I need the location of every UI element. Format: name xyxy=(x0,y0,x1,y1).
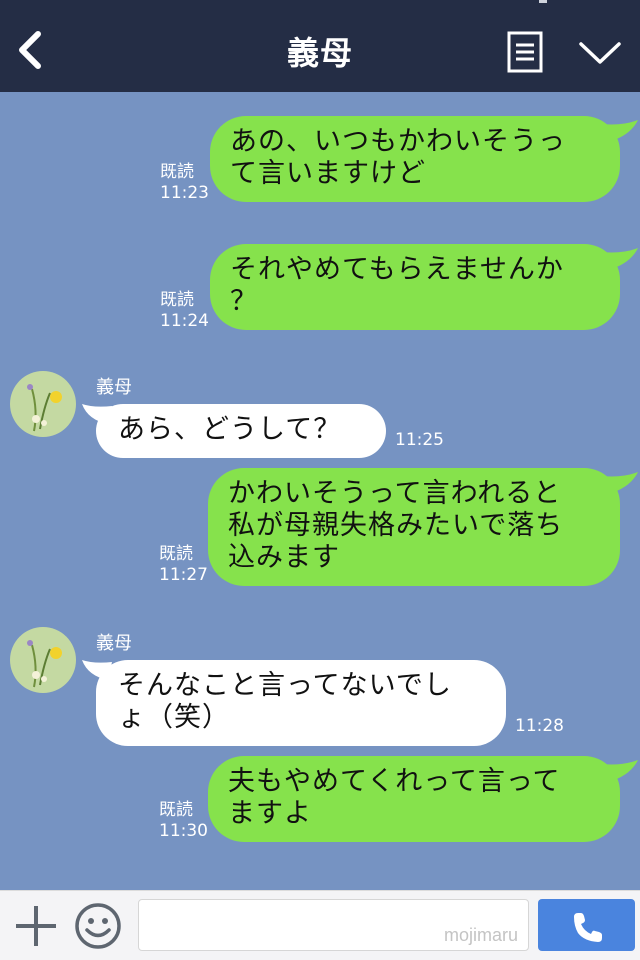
message-time: 11:23 xyxy=(160,183,209,203)
notes-icon[interactable] xyxy=(507,31,543,73)
message-meta: 既読 11:23 xyxy=(160,162,209,204)
message-line: ますよ xyxy=(228,798,312,829)
message-meta: 既読 11:27 xyxy=(159,544,208,586)
message-input[interactable]: mojimaru xyxy=(138,899,529,951)
read-receipt: 既読 xyxy=(159,544,193,564)
message-bubble[interactable]: かわいそうって言われると 私が母親失格みたいで落ち 込みます xyxy=(208,468,620,586)
watermark: mojimaru xyxy=(443,925,518,945)
message-time: 11:28 xyxy=(515,716,564,736)
message-meta: 既読 11:30 xyxy=(159,800,208,842)
message-line: 私が母親失格みたいで落ち xyxy=(228,510,564,541)
read-receipt: 既読 xyxy=(160,162,194,182)
message-line: かわいそうって言われると xyxy=(228,478,562,509)
smiley-icon[interactable] xyxy=(74,902,122,950)
call-button[interactable] xyxy=(538,899,635,951)
message-line: それやめてもらえませんか xyxy=(230,254,564,285)
message-meta: 既読 11:24 xyxy=(160,290,209,332)
avatar[interactable] xyxy=(10,371,76,437)
chat-header: 義母 xyxy=(0,0,640,92)
chat-area[interactable]: あの、いつもかわいそうっ て言いますけど 既読 11:23 それやめてもらえませ… xyxy=(0,92,640,890)
read-receipt: 既読 xyxy=(159,800,193,820)
phone-icon xyxy=(574,913,602,942)
read-receipt: 既読 xyxy=(160,290,194,310)
message-bubble[interactable]: あら、どうして？ xyxy=(96,404,386,458)
message-line: ？ xyxy=(230,286,258,317)
message-bubble[interactable]: そんなこと言ってないでし ょ（笑） xyxy=(96,660,506,746)
message-composer: mojimaru xyxy=(0,890,640,960)
message-line: あの、いつもかわいそうっ xyxy=(230,126,566,157)
status-indicator xyxy=(539,0,547,3)
chat-title: 義母 xyxy=(286,34,353,72)
message-time: 11:25 xyxy=(395,430,444,450)
sender-name: 義母 xyxy=(96,633,132,654)
message-line: あら、どうして？ xyxy=(118,414,342,445)
sender-name: 義母 xyxy=(96,377,132,398)
message-line: ょ（笑） xyxy=(118,702,230,733)
message-bubble[interactable]: それやめてもらえませんか ？ xyxy=(210,244,620,330)
avatar[interactable] xyxy=(10,627,76,693)
message-bubble[interactable]: 夫もやめてくれって言って ますよ xyxy=(208,756,620,842)
chevron-down-icon[interactable] xyxy=(578,38,622,68)
message-line: 夫もやめてくれって言って xyxy=(228,766,561,797)
message-line: そんなこと言ってないでし xyxy=(118,670,452,701)
message-line: て言いますけど xyxy=(230,158,426,189)
message-line: 込みます xyxy=(228,542,340,573)
plus-icon[interactable] xyxy=(14,904,58,948)
message-time: 11:30 xyxy=(159,821,208,841)
message-time: 11:27 xyxy=(159,565,208,585)
message-time: 11:24 xyxy=(160,311,209,331)
message-bubble[interactable]: あの、いつもかわいそうっ て言いますけど xyxy=(210,116,620,202)
